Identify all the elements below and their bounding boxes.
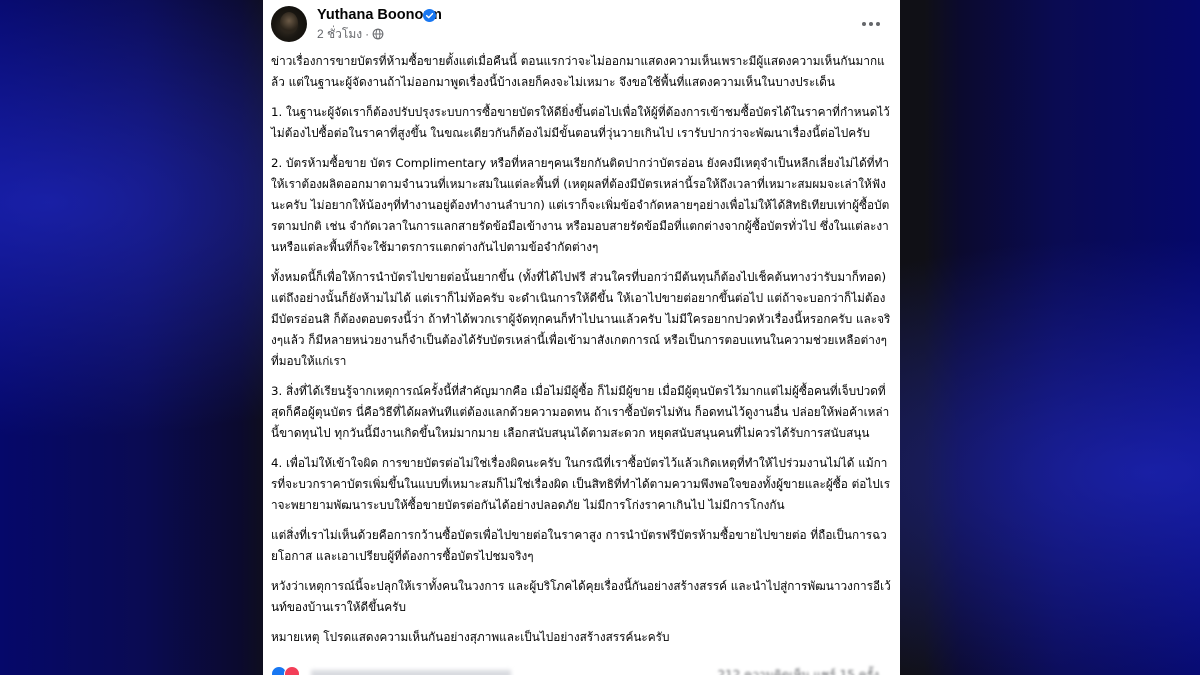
post-paragraph: 3. สิ่งที่ได้เรียนรู้จากเหตุการณ์ครั้งนี… [271, 384, 890, 440]
post-meta: 2 ชั่วโมง · [317, 26, 384, 42]
post-paragraph: 1. ในฐานะผู้จัดเราก็ต้องปรับปรุงระบบการซ… [271, 105, 890, 140]
comment-share-stats[interactable]: 212 ความคิดเห็น แชร์ 15 ครั้ง [717, 666, 879, 675]
globe-icon[interactable] [372, 28, 384, 40]
more-dot [876, 22, 880, 26]
facebook-post-card: Yuthana Boonorm 2 ชั่วโมง · ข่าวเรื่องกา… [263, 0, 900, 675]
post-paragraph: หวังว่าเหตุการณ์นี้จะปลุกให้เราทั้งคนในว… [271, 579, 891, 614]
avatar[interactable] [271, 6, 307, 42]
post-header: Yuthana Boonorm 2 ชั่วโมง · [271, 6, 893, 46]
post-paragraph: หมายเหตุ โปรดแสดงความเห็นกันอย่างสุภาพแล… [271, 630, 670, 644]
more-options-icon[interactable] [857, 10, 885, 38]
meta-separator: · [365, 27, 370, 41]
more-dot [869, 22, 873, 26]
post-paragraph: 4. เพื่อไม่ให้เข้าใจผิด การขายบัตรต่อไม่… [271, 456, 891, 512]
reaction-count-blurred [311, 670, 511, 675]
verified-badge-icon [423, 9, 436, 22]
post-paragraph: แต่สิ่งที่เราไม่เห็นด้วยคือการกว้านซื้อบ… [271, 528, 887, 563]
post-body: ข่าวเรื่องการขายบัตรที่ห้ามซื้อขายตั้งแต… [271, 51, 891, 657]
love-reaction-icon[interactable] [284, 666, 300, 675]
post-timestamp[interactable]: 2 ชั่วโมง [317, 25, 362, 44]
more-dot [862, 22, 866, 26]
post-footer: 212 ความคิดเห็น แชร์ 15 ครั้ง [271, 664, 893, 675]
post-paragraph: ทั้งหมดนี้ก็เพื่อให้การนำบัตรไปขายต่อนั้… [271, 270, 891, 368]
post-paragraph: ข่าวเรื่องการขายบัตรที่ห้ามซื้อขายตั้งแต… [271, 54, 885, 89]
post-paragraph: 2. บัตรห้ามซื้อขาย บัตร Complimentary หร… [271, 156, 890, 254]
